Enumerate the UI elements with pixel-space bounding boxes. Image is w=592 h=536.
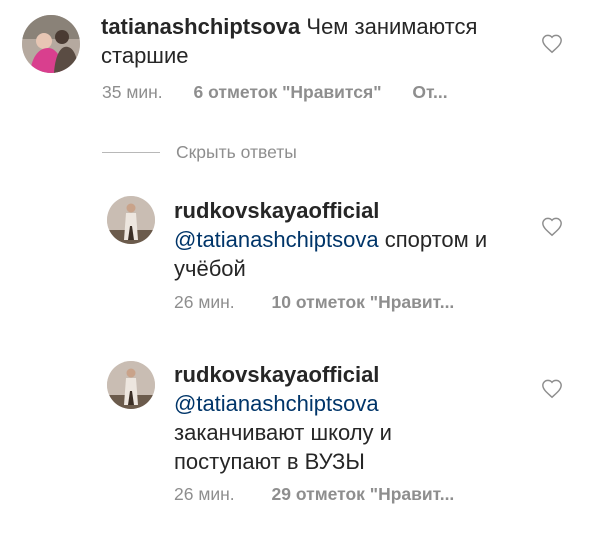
comment-text-first-line: Чем занимаются: [306, 14, 478, 39]
avatar[interactable]: [107, 361, 155, 409]
comment-text-line: заканчивают школу и: [174, 420, 392, 445]
comment-likes[interactable]: 10 отметок "Нравит...: [272, 292, 455, 312]
comment-time: 35 мин.: [102, 82, 163, 102]
divider-line: [102, 151, 160, 153]
comment-time: 26 мин.: [174, 484, 235, 504]
comment-text: rudkovskayaofficial @tatianashchiptsova …: [174, 196, 529, 283]
comment-meta: 26 мин. 10 отметок "Нравит...: [174, 292, 454, 313]
comment-meta: 26 мин. 29 отметок "Нравит...: [174, 484, 454, 505]
comment-text-line: поступают в ВУЗЫ: [174, 449, 365, 474]
comment-likes[interactable]: 6 отметок "Нравится": [194, 82, 382, 102]
heart-icon[interactable]: [541, 216, 563, 238]
comment-username[interactable]: rudkovskayaofficial: [174, 198, 379, 223]
heart-icon[interactable]: [541, 33, 563, 55]
heart-icon[interactable]: [541, 378, 563, 400]
comment-text-first-line: спортом и: [378, 227, 488, 252]
comment-text: tatianashchiptsova Чем занимаются старши…: [101, 12, 521, 70]
comment-meta: 35 мин. 6 отметок "Нравится" От...: [102, 82, 448, 103]
hide-replies-button[interactable]: Скрыть ответы: [102, 139, 297, 165]
comment-likes[interactable]: 29 отметок "Нравит...: [272, 484, 455, 504]
comment-time: 26 мин.: [174, 292, 235, 312]
comment-text-line: учёбой: [174, 256, 246, 281]
avatar[interactable]: [22, 15, 80, 73]
mention-link[interactable]: @tatianashchiptsova: [174, 391, 379, 416]
mention-link[interactable]: @tatianashchiptsova: [174, 227, 379, 252]
comment-username[interactable]: rudkovskayaofficial: [174, 362, 379, 387]
reply-button[interactable]: От...: [412, 82, 447, 102]
avatar[interactable]: [107, 196, 155, 244]
comment-text-line: старшие: [101, 43, 189, 68]
comment-text: rudkovskayaofficial @tatianashchiptsova …: [174, 360, 529, 476]
comment-username[interactable]: tatianashchiptsova: [101, 14, 300, 39]
hide-replies-label: Скрыть ответы: [176, 141, 297, 162]
